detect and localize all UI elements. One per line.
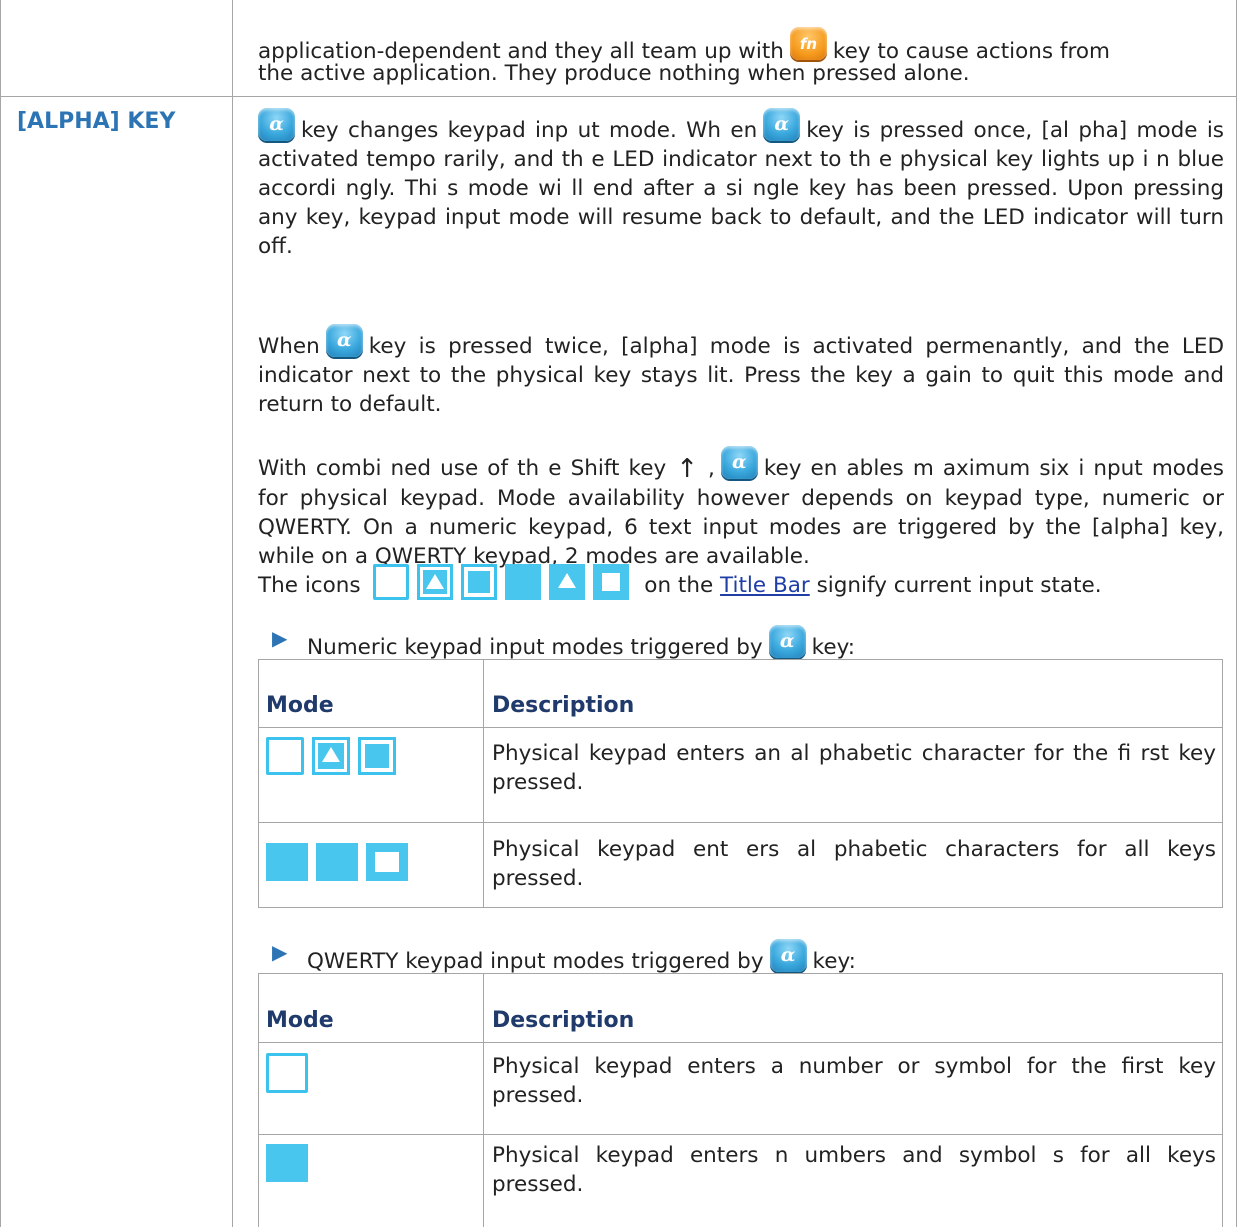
bullet-arrow-icon: ▶ [272, 626, 288, 650]
filled-square-icon [266, 1144, 308, 1182]
alpha-key-icon [769, 939, 807, 972]
numeric-table-bottom [258, 907, 1223, 908]
fn-key-icon [789, 27, 827, 60]
qwerty-row-2-icons [266, 1144, 316, 1182]
triangle-square-icon [312, 737, 350, 775]
qwerty-table-header-mode: Mode [266, 1008, 334, 1033]
bullet-arrow-icon: ▶ [272, 940, 288, 964]
numeric-row-2-description: Physical keypad ent ers al phabetic char… [492, 837, 1216, 891]
alpha-key-icon [768, 625, 806, 658]
alpha-key-icon [258, 108, 295, 141]
numeric-table-header-description: Description [492, 693, 635, 718]
qwerty-table-header-bottom [258, 1042, 1223, 1043]
outer-column-divider [232, 0, 233, 1227]
alpha-paragraph-1: key changes keypad inp ut mode. Wh enkey… [258, 108, 1224, 261]
numeric-table-col-divider [483, 659, 484, 908]
alpha-paragraph-4: The icons on the Title Bar signify curre… [258, 564, 1224, 600]
numeric-table-left [258, 659, 259, 908]
numeric-table-right [1222, 659, 1223, 908]
filled-square-icon [316, 843, 358, 881]
triangle-square-icon [417, 564, 454, 600]
outer-row-divider [0, 96, 1237, 97]
numeric-table-header-mode: Mode [266, 693, 334, 718]
shift-arrow-icon: ↑ [676, 454, 698, 484]
filled-hollow-square-icon [593, 564, 630, 600]
intro-line-2: the active application. They produce not… [258, 61, 970, 86]
inner-square-icon [461, 564, 498, 600]
filled-hollow-square-icon [366, 843, 408, 881]
qwerty-table-right [1222, 973, 1223, 1227]
qwerty-table-row-divider [258, 1134, 1223, 1135]
title-bar-link[interactable]: Title Bar [720, 573, 810, 598]
outer-left-border [0, 0, 1, 1227]
filled-triangle-icon [549, 564, 586, 600]
qwerty-table-col-divider [483, 973, 484, 1227]
numeric-row-1-description: Physical keypad enters an al phabetic ch… [492, 741, 1216, 795]
qwerty-table-left [258, 973, 259, 1227]
alpha-paragraph-3: With combi ned use of th e Shift key↑,ke… [258, 446, 1224, 571]
qwerty-modes-heading: QWERTY keypad input modes triggered byke… [307, 939, 856, 976]
numeric-table-top [258, 659, 1223, 660]
inner-square-icon [358, 737, 396, 775]
numeric-modes-heading: Numeric keypad input modes triggered byk… [307, 625, 855, 662]
section-label: [ALPHA] KEY [17, 109, 176, 134]
alpha-key-icon [325, 324, 363, 357]
outline-square-icon [373, 564, 410, 600]
qwerty-row-1-description: Physical keypad enters a number or symbo… [492, 1054, 1216, 1108]
alpha-paragraph-2: Whenkey is pressed twice, [alpha] mode i… [258, 324, 1224, 419]
numeric-table-header-bottom [258, 727, 1223, 728]
outline-square-icon [266, 737, 304, 775]
qwerty-table-top [258, 973, 1223, 974]
numeric-row-2-icons [266, 843, 416, 881]
numeric-row-1-icons [266, 737, 404, 775]
qwerty-row-2-description: Physical keypad enters n umbers and symb… [492, 1143, 1216, 1197]
numeric-table-row-divider [258, 822, 1223, 823]
alpha-key-icon [763, 108, 801, 141]
filled-square-icon [266, 843, 308, 881]
qwerty-table-header-description: Description [492, 1008, 635, 1033]
outline-square-icon [266, 1053, 308, 1093]
filled-square-icon [505, 564, 542, 600]
alpha-key-icon [720, 446, 758, 479]
qwerty-row-1-icons [266, 1053, 316, 1093]
